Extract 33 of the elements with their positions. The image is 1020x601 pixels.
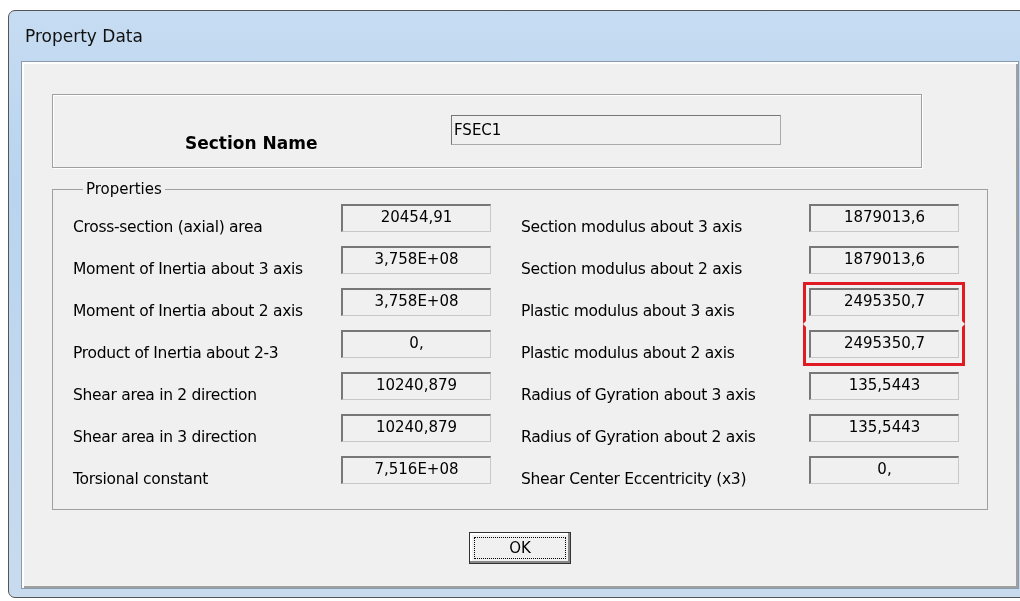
property-label: Shear area in 3 direction bbox=[73, 428, 258, 446]
property-value-field[interactable]: 20454,91 bbox=[341, 204, 491, 232]
property-value-field[interactable]: 2495350,7 bbox=[809, 288, 959, 316]
property-label: Cross-section (axial) area bbox=[73, 218, 264, 236]
properties-legend: Properties bbox=[83, 180, 165, 198]
property-value-field[interactable]: 10240,879 bbox=[341, 372, 491, 400]
property-label: Torsional constant bbox=[73, 470, 210, 488]
property-value-field[interactable]: 3,758E+08 bbox=[341, 288, 491, 316]
section-name-field[interactable]: FSEC1 bbox=[451, 115, 781, 145]
property-label: Plastic modulus about 2 axis bbox=[521, 344, 736, 362]
property-value-field[interactable]: 10240,879 bbox=[341, 414, 491, 442]
property-label: Shear area in 2 direction bbox=[73, 386, 258, 404]
property-label: Section modulus about 2 axis bbox=[521, 260, 743, 278]
section-name-label: Section Name bbox=[185, 133, 319, 153]
property-label: Moment of Inertia about 3 axis bbox=[73, 260, 304, 278]
property-value-field[interactable]: 135,5443 bbox=[809, 372, 959, 400]
property-value-field[interactable]: 0, bbox=[341, 330, 491, 358]
property-label: Product of Inertia about 2-3 bbox=[73, 344, 280, 362]
property-value-field[interactable]: 2495350,7 bbox=[809, 330, 959, 358]
property-value-field[interactable]: 135,5443 bbox=[809, 414, 959, 442]
property-label: Moment of Inertia about 2 axis bbox=[73, 302, 304, 320]
window-title: Property Data bbox=[25, 26, 143, 46]
property-value-field[interactable]: 1879013,6 bbox=[809, 204, 959, 232]
property-label: Radius of Gyration about 3 axis bbox=[521, 386, 757, 404]
ok-button[interactable]: OK bbox=[469, 532, 571, 564]
property-label: Radius of Gyration about 2 axis bbox=[521, 428, 757, 446]
property-label: Shear Center Eccentricity (x3) bbox=[521, 470, 748, 488]
property-value-field[interactable]: 0, bbox=[809, 456, 959, 484]
property-value-field[interactable]: 1879013,6 bbox=[809, 246, 959, 274]
property-value-field[interactable]: 7,516E+08 bbox=[341, 456, 491, 484]
property-label: Section modulus about 3 axis bbox=[521, 218, 743, 236]
property-value-field[interactable]: 3,758E+08 bbox=[341, 246, 491, 274]
property-label: Plastic modulus about 3 axis bbox=[521, 302, 736, 320]
